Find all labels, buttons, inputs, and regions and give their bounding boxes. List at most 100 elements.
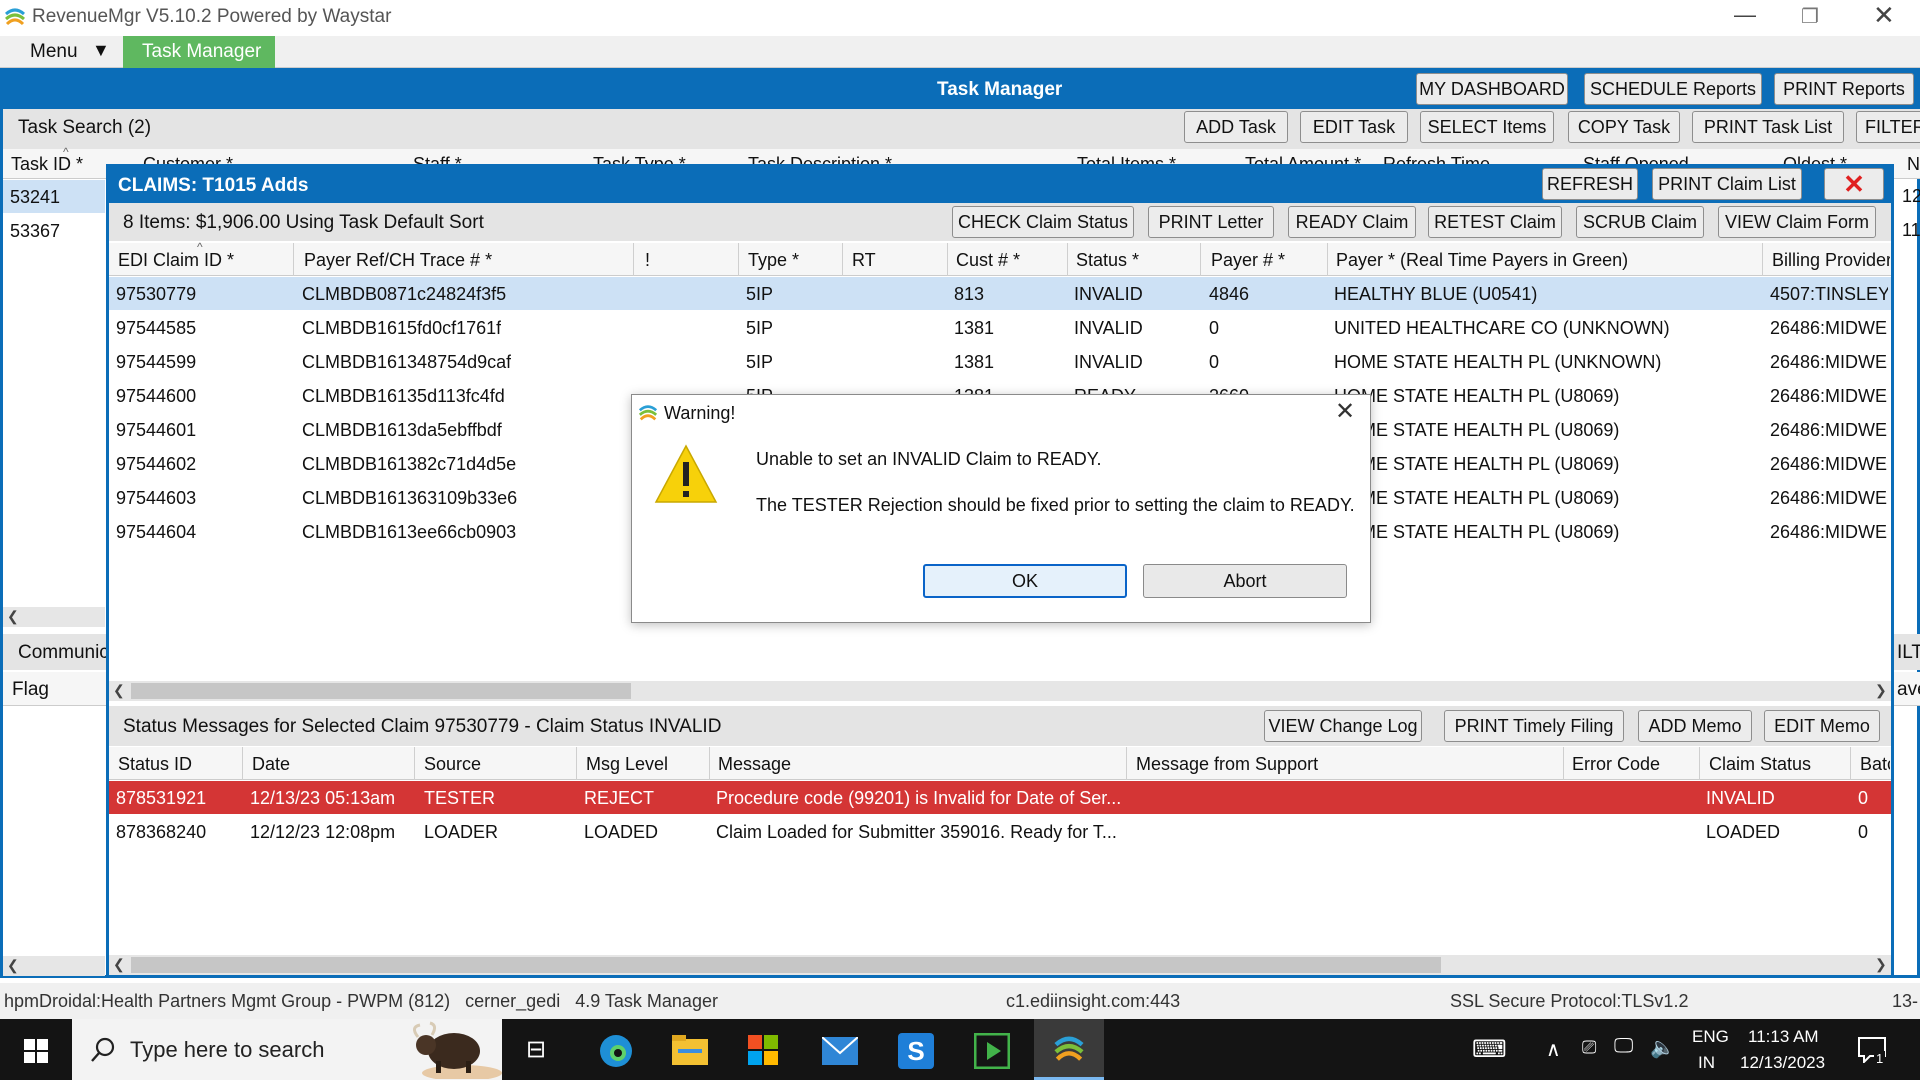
scroll-left-icon[interactable]: ❮ [113,682,125,699]
windows-start-icon[interactable] [24,1039,48,1063]
mail-icon[interactable] [822,1037,858,1065]
scroll-left-icon[interactable]: ❮ [7,957,19,974]
task-id-header[interactable]: Task ID * [11,154,83,175]
column-separator[interactable] [414,747,415,780]
scroll-left-icon[interactable]: ❮ [113,956,125,973]
clock-time[interactable]: 11:13 AM [1748,1027,1819,1047]
edit-memo-button[interactable]: EDIT Memo [1764,710,1880,742]
chevron-up-icon[interactable]: ∧ [1546,1037,1561,1062]
column-separator[interactable] [1067,243,1068,276]
volume-icon[interactable]: 🔈 [1650,1035,1675,1060]
scroll-left-icon[interactable]: ❮ [7,608,19,625]
select-items-button[interactable]: SELECT Items [1420,111,1554,143]
close-icon[interactable]: ✕ [1335,397,1355,426]
claims-hscroll[interactable]: ❮ ❯ [109,681,1891,701]
close-claims-button[interactable]: ✕ [1824,168,1884,200]
type-header[interactable]: Type * [748,250,799,271]
column-separator[interactable] [1200,243,1201,276]
column-separator[interactable] [1327,243,1328,276]
claim-row[interactable]: 97544599 CLMBDB161348754d9caf 5IP 1381 INVAL… [109,345,1891,378]
close-window-icon[interactable]: ✕ [1873,0,1895,31]
menu-button[interactable]: Menu ▼ [0,36,122,68]
revenuemgr-taskbar-app[interactable] [1034,1019,1104,1080]
error-code-header[interactable]: Error Code [1572,754,1660,775]
add-memo-button[interactable]: ADD Memo [1638,710,1752,742]
source-header[interactable]: Source [424,754,481,775]
msg-level-header[interactable]: Msg Level [586,754,668,775]
edit-task-button[interactable]: EDIT Task [1300,111,1408,143]
print-task-list-button[interactable]: PRINT Task List [1692,111,1844,143]
clock-date[interactable]: 12/13/2023 [1740,1053,1825,1073]
add-task-button[interactable]: ADD Task [1184,111,1288,143]
message-from-support-header[interactable]: Message from Support [1136,754,1318,775]
scrub-claim-button[interactable]: SCRUB Claim [1576,206,1704,238]
claims-hscroll-thumb[interactable] [131,683,631,699]
check-claim-status-button[interactable]: CHECK Claim Status [952,206,1134,238]
media-player-icon[interactable] [974,1033,1010,1069]
status-id-header[interactable]: Status ID [118,754,192,775]
payer-header[interactable]: Payer * (Real Time Payers in Green) [1336,250,1628,271]
refresh-button[interactable]: REFRESH [1542,168,1638,200]
alert-header[interactable]: ! [645,250,650,271]
column-separator[interactable] [709,747,710,780]
column-separator[interactable] [738,243,739,276]
claim-status-header[interactable]: Claim Status [1709,754,1811,775]
column-separator[interactable] [242,747,243,780]
view-claim-form-button[interactable]: VIEW Claim Form [1718,206,1876,238]
ready-claim-button[interactable]: READY Claim [1288,206,1416,238]
status-hscroll-thumb[interactable] [131,957,1441,973]
column-separator[interactable] [293,243,294,276]
print-letter-button[interactable]: PRINT Letter [1148,206,1274,238]
task-list-hscroll[interactable]: ❮ [3,607,105,627]
flag-label[interactable]: Flag [12,679,49,701]
scroll-right-icon[interactable]: ❯ [1875,956,1887,973]
payer-ref-header[interactable]: Payer Ref/CH Trace # * [304,250,492,271]
language-top[interactable]: ENG [1692,1027,1729,1047]
column-separator[interactable] [947,243,948,276]
file-explorer-icon[interactable] [672,1035,708,1065]
rt-header[interactable]: RT [852,250,876,271]
filter-button[interactable]: FILTER [1856,111,1920,143]
taskbar-search-box[interactable]: Type here to search [72,1019,502,1080]
camera-icon[interactable]: ⎚ [1582,1037,1596,1058]
billing-provider-header[interactable]: Billing Provider [1772,250,1890,271]
lower-left-hscroll[interactable]: ❮ [3,956,105,976]
date-header[interactable]: Date [252,754,290,775]
app-s-icon[interactable]: S [898,1033,934,1069]
claim-row[interactable]: 97530779 CLMBDB0871c24824f3f5 5IP 813 INVALI… [109,277,1891,310]
column-separator[interactable] [1699,747,1700,780]
status-hscroll[interactable]: ❮ ❯ [109,955,1891,975]
edge-browser-icon[interactable] [598,1033,634,1069]
scroll-right-icon[interactable]: ❯ [1875,682,1887,699]
column-separator[interactable] [1762,243,1763,276]
network-icon[interactable]: 🖵 [1614,1035,1633,1058]
minimize-icon[interactable]: — [1734,2,1756,28]
print-reports-button[interactable]: PRINT Reports [1774,73,1914,105]
edi-claim-id-header[interactable]: EDI Claim ID * [118,250,234,271]
my-dashboard-button[interactable]: MY DASHBOARD [1416,73,1568,105]
task-row[interactable]: 53367 [3,214,105,247]
column-separator[interactable] [842,243,843,276]
task-view-icon[interactable]: ⊟ [526,1035,546,1064]
status-row-reject[interactable]: 878531921 12/13/23 05:13am TESTER REJECT… [109,781,1891,814]
print-claim-list-button[interactable]: PRINT Claim List [1652,168,1802,200]
tab-task-manager[interactable]: Task Manager [123,36,275,68]
keyboard-icon[interactable]: ⌨ [1472,1035,1507,1064]
abort-button[interactable]: Abort [1143,564,1347,598]
ok-button[interactable]: OK [923,564,1127,598]
status-header[interactable]: Status * [1076,250,1139,271]
payer-no-header[interactable]: Payer # * [1211,250,1285,271]
restore-icon[interactable]: ❐ [1801,4,1819,29]
column-separator[interactable] [576,747,577,780]
column-separator[interactable] [1126,747,1127,780]
n-header[interactable]: N [1907,154,1920,175]
view-change-log-button[interactable]: VIEW Change Log [1264,710,1422,742]
task-row[interactable]: 53241 [3,180,105,213]
column-separator[interactable] [1563,747,1564,780]
print-timely-filing-button[interactable]: PRINT Timely Filing [1444,710,1624,742]
claim-row[interactable]: 97544585 CLMBDB1615fd0cf1761f 5IP 1381 INVAL… [109,311,1891,344]
schedule-reports-button[interactable]: SCHEDULE Reports [1584,73,1762,105]
message-header[interactable]: Message [718,754,791,775]
column-separator[interactable] [1850,747,1851,780]
column-separator[interactable] [633,243,634,276]
